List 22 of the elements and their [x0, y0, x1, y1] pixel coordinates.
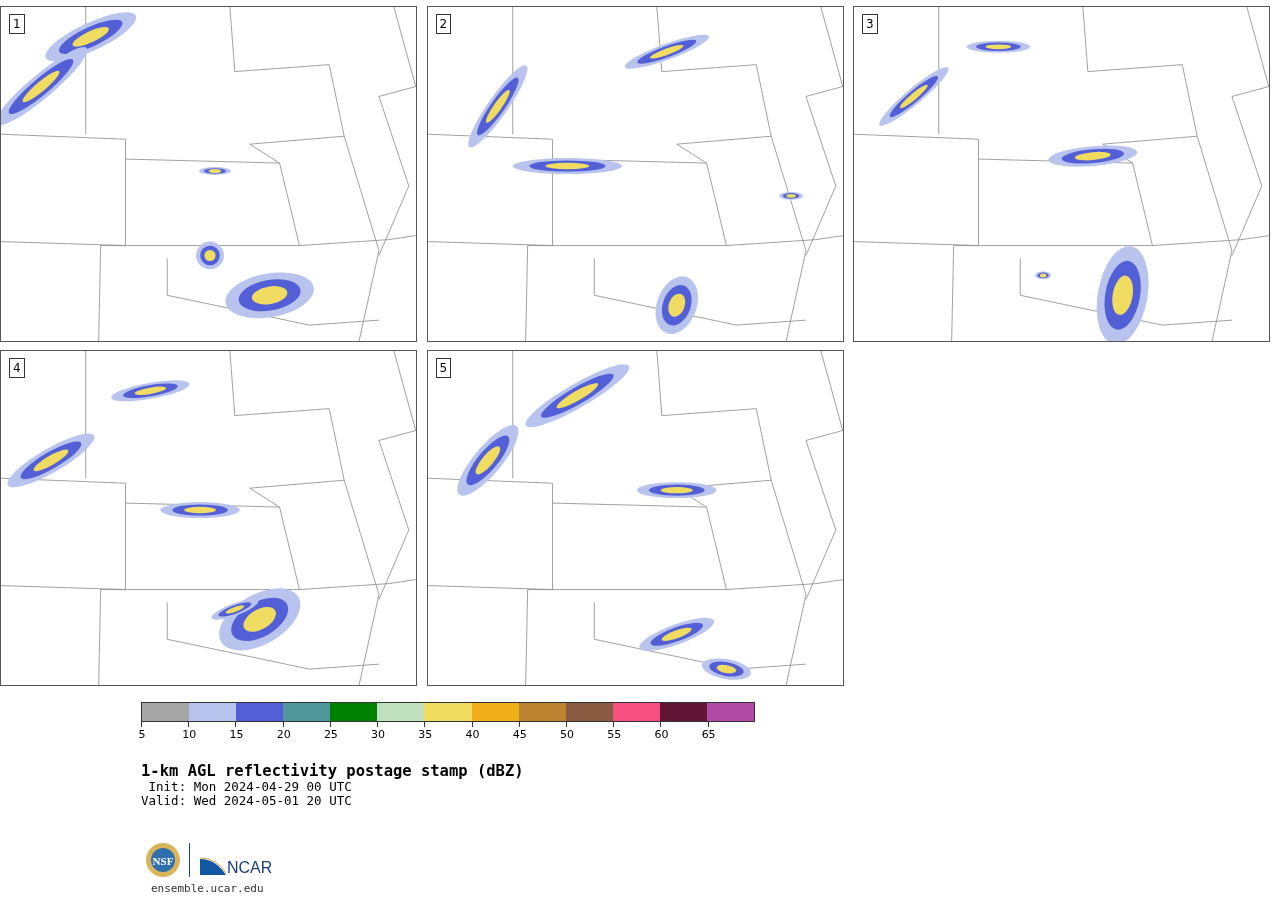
ncar-logo: NCAR	[189, 843, 273, 877]
tick-label: 30	[371, 727, 386, 743]
tick-label: 35	[418, 727, 433, 743]
tick-label: 5	[138, 727, 146, 743]
nsf-logo: NSF	[145, 842, 181, 878]
website-url: ensemble.ucar.edu	[151, 881, 265, 897]
tick-label: 40	[465, 727, 480, 743]
chart-title: 1-km AGL reflectivity postage stamp (dBZ)	[141, 762, 525, 780]
panel-number: 3	[862, 14, 878, 34]
valid-time: Valid: Wed 2024-05-01 20 UTC	[141, 794, 353, 808]
tick-label: 45	[512, 727, 527, 743]
tick-label: 25	[323, 727, 338, 743]
tick-label: 10	[182, 727, 197, 743]
tick-label: 20	[276, 727, 291, 743]
panel-number: 4	[9, 358, 25, 378]
init-time: Init: Mon 2024-04-29 00 UTC	[147, 780, 353, 794]
panel-number: 1	[9, 14, 25, 34]
tick-label: 65	[701, 727, 716, 743]
tick-label: 60	[654, 727, 669, 743]
tick-label: 15	[229, 727, 244, 743]
tick-label: 50	[559, 727, 574, 743]
tick-label: 55	[607, 727, 622, 743]
